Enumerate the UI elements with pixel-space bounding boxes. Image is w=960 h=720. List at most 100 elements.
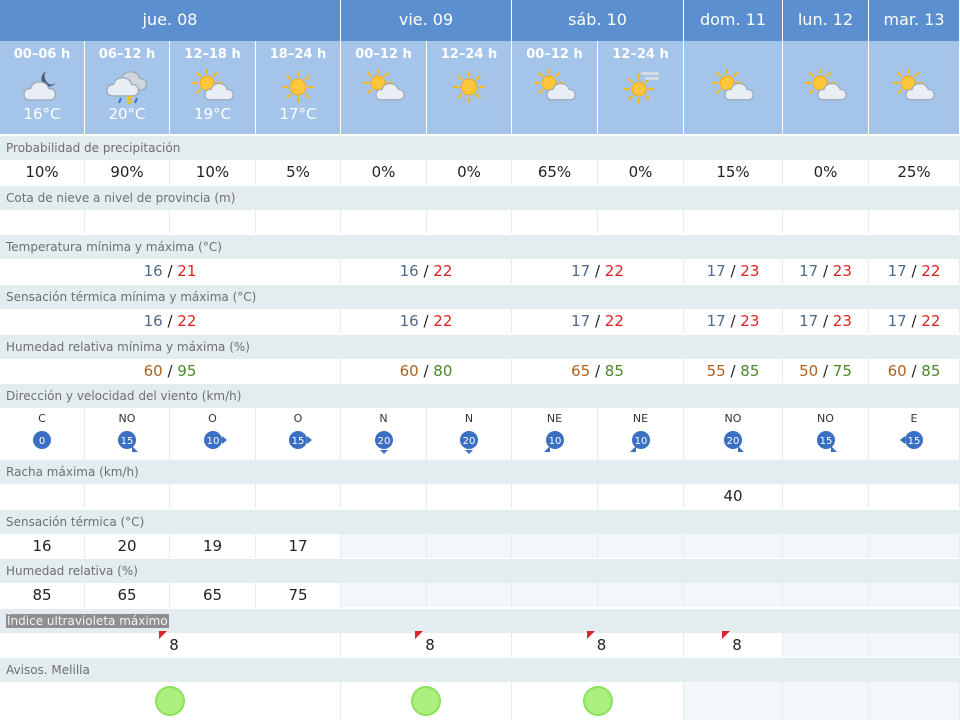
min-value: 65	[571, 362, 591, 380]
snow-value	[427, 210, 512, 234]
period-header: 06–12 h 20°C	[85, 41, 170, 134]
precip-value: 90%	[85, 160, 170, 184]
gust-value	[341, 484, 427, 508]
humidity-value: 65	[85, 583, 170, 607]
max-value: 22	[921, 262, 941, 280]
period-temperature: 20°C	[108, 105, 146, 123]
day-header[interactable]: lun. 12	[783, 0, 869, 41]
aviso-cell	[869, 682, 960, 720]
min-value: 17	[887, 262, 907, 280]
temp-minmax: 16 / 22	[341, 259, 512, 283]
wind-cell: O 15	[256, 408, 341, 460]
humidity-value: 75	[256, 583, 341, 607]
wind-direction-label: NE	[546, 412, 563, 425]
period-label: 12–24 h	[440, 47, 498, 62]
sens-minmax: 17 / 23	[684, 309, 783, 333]
sun-cloud-icon	[892, 69, 935, 101]
sens-temp-value	[512, 534, 598, 558]
sens-minmax: 17 / 22	[869, 309, 960, 333]
sens-minmax: 17 / 22	[512, 309, 684, 333]
precip-value: 15%	[684, 160, 783, 184]
humidity-value: 85	[0, 583, 85, 607]
wind-cell: NE 10	[598, 408, 684, 460]
max-value: 23	[832, 262, 852, 280]
max-value: 23	[832, 312, 852, 330]
aviso-cell	[684, 682, 783, 720]
temp-minmax: 17 / 22	[512, 259, 684, 283]
min-value: 60	[399, 362, 419, 380]
humidity-value: 65	[170, 583, 256, 607]
aviso-green-circle-icon[interactable]	[411, 686, 441, 716]
wind-speed-value: 10	[206, 436, 219, 447]
precip-value: 5%	[256, 160, 341, 184]
gust-value	[427, 484, 512, 508]
hum-minmax: 60 / 80	[341, 359, 512, 383]
gust-value	[170, 484, 256, 508]
row-label-avisos: Avisos. Melilla	[0, 658, 960, 682]
day-header[interactable]: jue. 08	[0, 0, 341, 41]
row-label-snow: Cota de nieve a nivel de provincia (m)	[0, 186, 960, 210]
wind-speed-value: 15	[819, 436, 832, 447]
wind-direction-label: N	[464, 412, 474, 425]
uv-value-cell: 8	[684, 631, 783, 657]
separator: /	[818, 262, 833, 280]
temp-minmax: 16 / 21	[0, 259, 341, 283]
day-header[interactable]: sáb. 10	[512, 0, 684, 41]
uv-value-cell: 8	[512, 631, 684, 657]
uv-flag-icon	[586, 631, 595, 639]
separator: /	[590, 262, 605, 280]
period-header: 00–12 h	[341, 41, 427, 134]
gust-value	[256, 484, 341, 508]
max-value: 22	[604, 262, 624, 280]
wind-speed-value: 15	[292, 436, 305, 447]
uv-flag-icon	[722, 631, 731, 639]
separator: /	[725, 362, 741, 380]
uv-value-cell	[783, 633, 869, 657]
separator: /	[725, 312, 741, 330]
wind-cell: NE 10	[512, 408, 598, 460]
wind-speed-value: 10	[548, 436, 561, 447]
period-label: 00–12 h	[526, 47, 583, 62]
aviso-green-circle-icon[interactable]	[582, 686, 613, 716]
max-value: 22	[433, 312, 453, 330]
row-label-sensT: Sensación térmica (°C)	[0, 510, 960, 534]
wind-speed-value: 15	[908, 436, 921, 447]
day-header[interactable]: mar. 13	[869, 0, 960, 41]
sun-icon	[452, 70, 486, 104]
forecast-table: jue. 08 vie. 09 sáb. 10 dom. 11 lun. 12 mar. …	[0, 0, 960, 720]
wind-direction-icon: 15	[900, 431, 923, 449]
min-value: 16	[399, 312, 419, 330]
row-label-precip: Probabilidad de precipitación	[0, 136, 960, 160]
hum-minmax: 55 / 85	[684, 359, 783, 383]
min-value: 17	[887, 312, 907, 330]
max-value: 95	[177, 362, 197, 380]
wind-direction-icon: 20	[374, 431, 393, 454]
precip-value: 0%	[341, 160, 427, 184]
min-value: 17	[799, 262, 819, 280]
sens-minmax: 16 / 22	[0, 309, 341, 333]
day-header[interactable]: vie. 09	[341, 0, 512, 41]
uv-value: 8	[159, 631, 179, 657]
row-label-humR: Humedad relativa (%)	[0, 559, 960, 583]
row-label-temp: Temperatura mínima y máxima (°C)	[0, 235, 960, 259]
uv-value: 8	[722, 631, 742, 657]
precip-value: 10%	[0, 160, 85, 184]
gust-value	[598, 484, 684, 508]
wind-direction-icon: 15	[289, 431, 312, 449]
min-value: 16	[143, 312, 163, 330]
night-cloud-icon	[23, 71, 56, 101]
aviso-green-circle-icon[interactable]	[155, 686, 185, 716]
sens-temp-value: 17	[256, 534, 341, 558]
wind-direction-label: E	[910, 412, 918, 425]
snow-value	[684, 210, 783, 234]
max-value: 23	[740, 262, 760, 280]
wind-direction-icon: 10	[629, 431, 650, 452]
period-label: 12–18 h	[184, 47, 241, 62]
snow-value	[341, 210, 427, 234]
period-header: 12–24 h	[598, 41, 684, 134]
sens-temp-value	[598, 534, 684, 558]
sun-icon	[281, 70, 315, 104]
wind-speed-value: 15	[121, 436, 134, 447]
snow-value	[512, 210, 598, 234]
day-header[interactable]: dom. 11	[684, 0, 783, 41]
